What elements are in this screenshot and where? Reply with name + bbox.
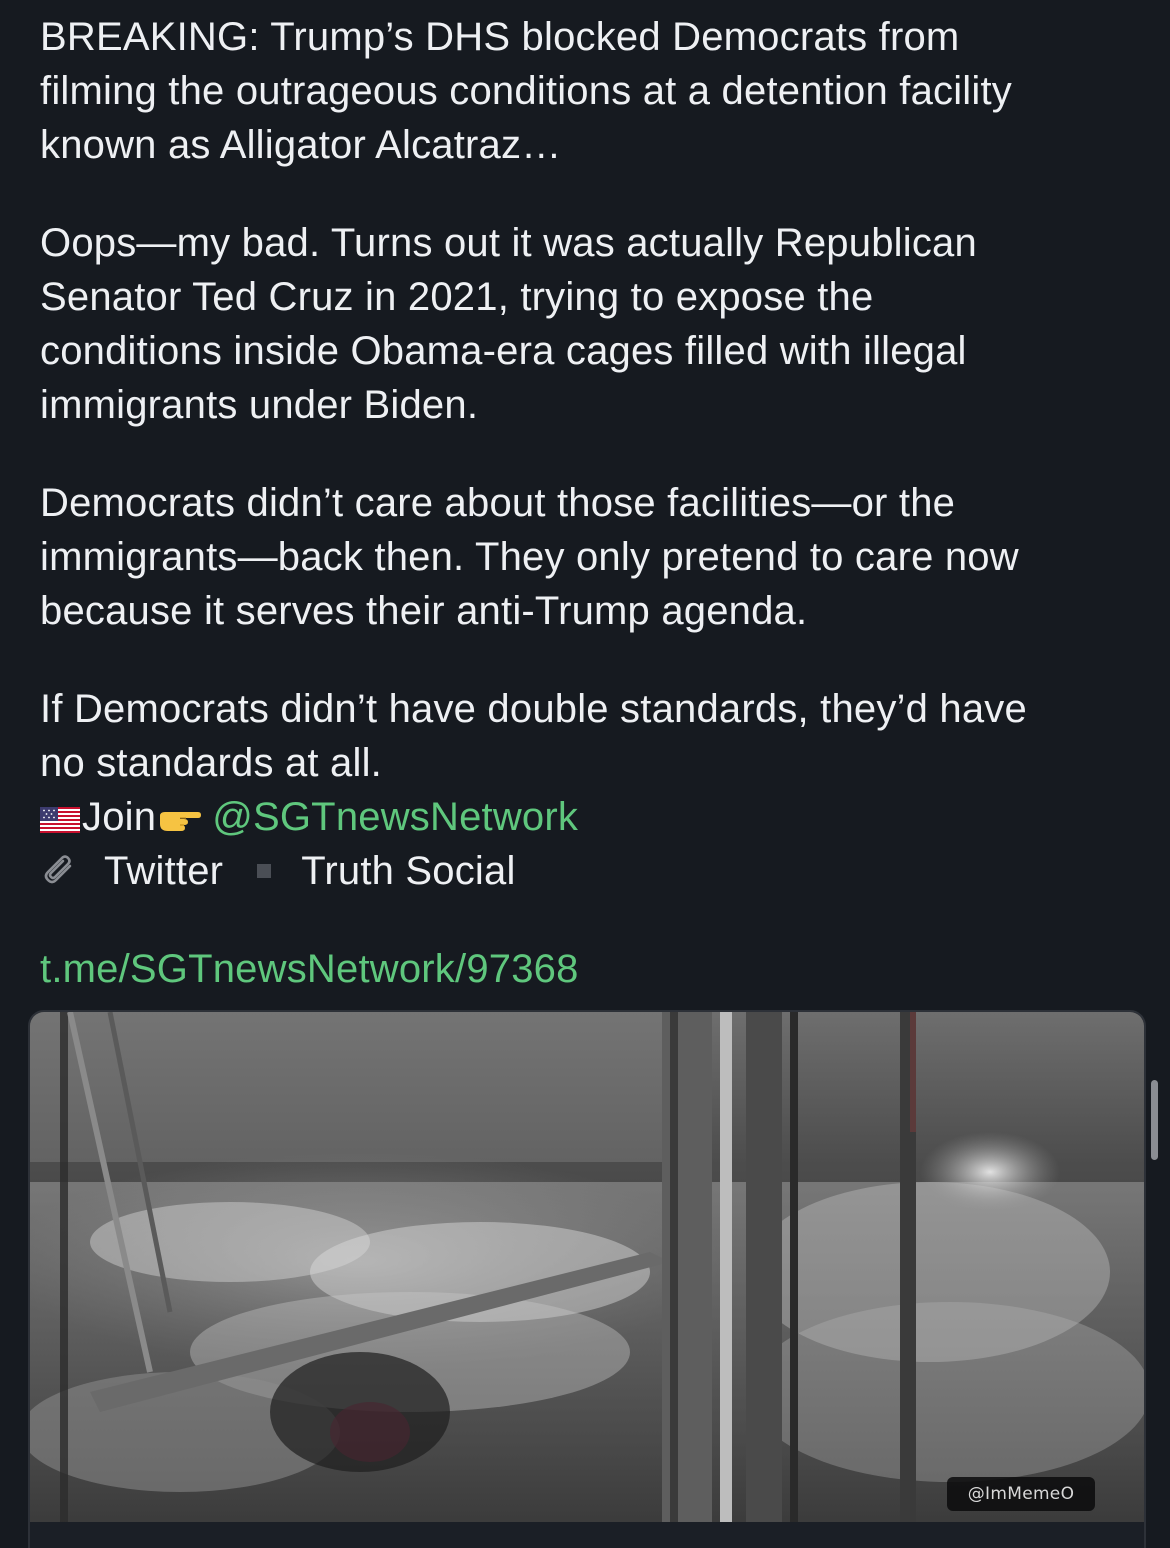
- join-line: Join @SGTnewsNetwork: [40, 790, 1130, 844]
- text-line: immigrants—back then. They only pretend …: [40, 535, 1019, 579]
- post-paragraph-4: If Democrats didn’t have double standard…: [40, 682, 1130, 996]
- pointing-hand-icon: [160, 812, 202, 831]
- text-line: conditions inside Obama-era cages filled…: [40, 329, 967, 373]
- post-paragraph-2: Oops—my bad. Turns out it was actually R…: [40, 216, 1130, 432]
- text-line: no standards at all.: [40, 741, 382, 785]
- text-line: because it serves their anti-Trump agend…: [40, 589, 808, 633]
- text-line: Oops—my bad. Turns out it was actually R…: [40, 221, 977, 265]
- text-line: filming the outrageous conditions at a d…: [40, 69, 1012, 113]
- separator-square: [257, 864, 272, 878]
- video-thumbnail[interactable]: [30, 1012, 1144, 1522]
- us-flag-icon: [40, 807, 80, 833]
- post-paragraph-1: BREAKING: Trump’s DHS blocked Democrats …: [40, 10, 1130, 172]
- post-url-link[interactable]: t.me/SGTnewsNetwork/97368: [40, 942, 1130, 996]
- text-line: immigrants under Biden.: [40, 383, 479, 427]
- text-line: Democrats didn’t care about those facili…: [40, 481, 956, 525]
- truth-social-link[interactable]: Truth Social: [301, 849, 515, 893]
- channel-handle-link[interactable]: @SGTnewsNetwork: [212, 795, 578, 839]
- twitter-link[interactable]: Twitter: [104, 849, 223, 893]
- scrollbar-thumb[interactable]: [1151, 1080, 1158, 1160]
- text-line: If Democrats didn’t have double standard…: [40, 687, 1027, 731]
- paperclip-icon: [44, 855, 72, 884]
- join-label: Join: [82, 795, 157, 839]
- watermark-label: @ImMemeO: [947, 1477, 1095, 1511]
- links-line: Twitter Truth Social: [40, 844, 1130, 898]
- text-line: Senator Ted Cruz in 2021, trying to expo…: [40, 275, 874, 319]
- media-card[interactable]: @ImMemeO: [28, 1010, 1146, 1548]
- text-line: known as Alligator Alcatraz…: [40, 123, 562, 167]
- text-line: BREAKING: Trump’s DHS blocked Democrats …: [40, 15, 960, 59]
- post-body: BREAKING: Trump’s DHS blocked Democrats …: [40, 10, 1130, 996]
- post-paragraph-3: Democrats didn’t care about those facili…: [40, 476, 1130, 638]
- media-footer: [30, 1522, 1144, 1548]
